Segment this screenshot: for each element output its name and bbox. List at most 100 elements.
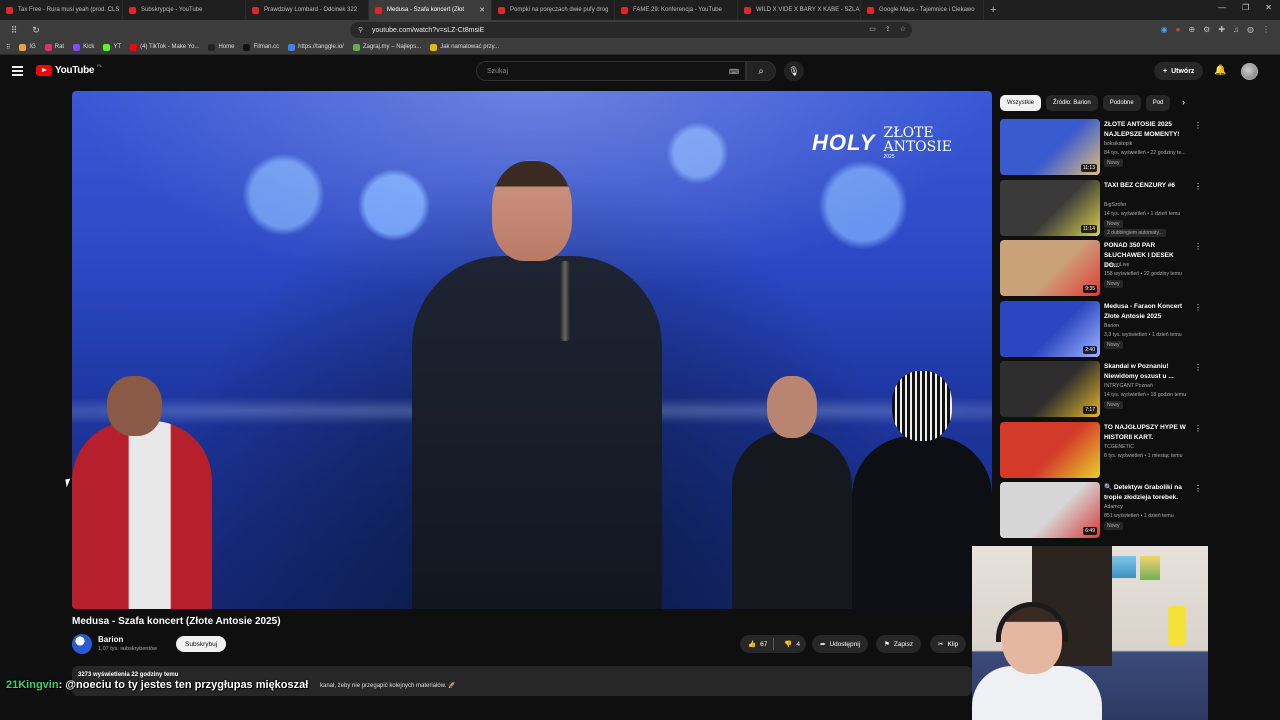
extension-icon[interactable]: ● [1176, 25, 1181, 34]
more-options-icon[interactable]: ⋮ [1194, 242, 1202, 251]
duration-badge: 2:40 [1083, 345, 1097, 354]
keyboard-icon[interactable]: ⌨ [729, 68, 739, 76]
youtube-logo[interactable]: YouTube PL [36, 63, 102, 76]
close-window-icon[interactable]: ✕ [1265, 3, 1272, 12]
create-button[interactable]: + Utwórz [1154, 62, 1204, 80]
channel-name[interactable]: Barion [98, 635, 123, 644]
puzzle-icon[interactable]: ✚ [1218, 25, 1225, 34]
filter-chip[interactable]: Wszystkie [1000, 95, 1041, 111]
bookmark-item[interactable]: Jak namalować przy... [430, 43, 499, 51]
channel-name[interactable]: TCGENETIC [1104, 444, 1134, 450]
save-button[interactable]: ⚑ Zapisz [876, 635, 921, 653]
share-page-icon[interactable]: ⇪ [885, 25, 891, 33]
apps-grid-icon[interactable]: ⠿ [6, 25, 22, 36]
video-title-link[interactable]: TO NAJGŁUPSZY HYPE W HISTORII KART. [1104, 423, 1190, 443]
video-thumbnail[interactable]: 11:13 [1000, 119, 1100, 175]
channel-name[interactable]: boksikstopik [1104, 141, 1132, 147]
channel-name[interactable]: MugenLive [1104, 262, 1129, 268]
extension-icon[interactable]: ⊕ [1188, 25, 1195, 34]
url-field[interactable]: ⚲ youtube.com/watch?v=sLZ-Ct8msiE ▭ ⇪ ☆ [350, 22, 912, 38]
bookmark-item[interactable]: Filman.cc [243, 43, 279, 51]
minimize-icon[interactable]: — [1218, 3, 1226, 12]
recommended-video[interactable]: 6:49 🔍 Detektyw Graboliki na tropie złodz… [1000, 482, 1210, 540]
extension-icon[interactable]: ◉ [1161, 25, 1168, 34]
video-title-link[interactable]: Skandal w Poznaniu! Niewidomy oszust u .… [1104, 362, 1190, 382]
recommended-video[interactable]: 11:14 TAXI BEZ CENZURY #6 BigSzofer 14 tys.… [1000, 179, 1210, 238]
bookmark-item[interactable]: Zagraj.my – Najleps... [352, 43, 421, 51]
video-title-link[interactable]: TAXI BEZ CENZURY #6 [1104, 181, 1190, 191]
extension-icon[interactable]: ⚙ [1203, 25, 1210, 34]
media-icon[interactable]: ♫ [1233, 25, 1239, 34]
video-thumbnail[interactable]: 11:14 [1000, 179, 1100, 236]
channel-name[interactable]: Adamcy [1104, 504, 1123, 510]
screen-cast-icon[interactable]: ▭ [869, 25, 876, 33]
more-options-icon[interactable]: ⋮ [1194, 182, 1202, 191]
browser-tab[interactable]: WILD X VIDE X BARY X KABE - SZLAK [738, 0, 861, 20]
video-title-link[interactable]: ZŁOTE ANTOSIE 2025 NAJLEPSZE MOMENTY! [1104, 120, 1190, 140]
filter-chip[interactable]: Pod [1145, 95, 1171, 111]
video-thumbnail[interactable]: 7:17 [1000, 361, 1100, 417]
voice-search-button[interactable]: 🎙 [784, 61, 804, 81]
more-options-icon[interactable]: ⋮ [1194, 424, 1202, 433]
new-tab-icon[interactable]: + [990, 4, 996, 16]
bookmark-item[interactable]: Rat [44, 43, 64, 51]
more-options-icon[interactable]: ⋮ [1194, 363, 1202, 372]
recommended-video[interactable]: 11:13 ZŁOTE ANTOSIE 2025 NAJLEPSZE MOMENT… [1000, 119, 1210, 177]
video-thumbnail[interactable] [1000, 421, 1100, 478]
apps-icon[interactable]: ⠿ [6, 44, 10, 51]
channel-avatar[interactable] [72, 634, 92, 654]
browser-tab[interactable]: Pompki na poręczach dwie pufy drog [492, 0, 615, 20]
bookmark-item[interactable]: (4) TikTok - Make Yo... [130, 43, 199, 51]
recommended-video[interactable]: 7:17 Skandal w Poznaniu! Niewidomy oszust… [1000, 361, 1210, 419]
menu-icon[interactable]: ⋮ [1262, 25, 1270, 34]
share-button[interactable]: ➦ Udostępnij [812, 635, 869, 653]
search-button[interactable]: ⌕ [746, 61, 776, 81]
bookmark-item[interactable]: Kick [73, 43, 94, 51]
site-info-icon[interactable]: ⚲ [358, 26, 363, 34]
bookmark-item[interactable]: Home [208, 43, 234, 51]
restore-icon[interactable]: ❐ [1242, 3, 1249, 12]
like-button[interactable]: 👍 67 [740, 638, 775, 650]
filter-chip[interactable]: Podobne [1102, 95, 1141, 111]
chevron-right-icon[interactable]: › [1182, 97, 1185, 107]
filter-chip[interactable]: Źródło: Barion [1046, 95, 1098, 111]
browser-tab[interactable]: Medusa - Szafa koncert (Złot ✕ [369, 0, 492, 20]
video-player[interactable]: HOLY ZŁOTE ANTOSIE 2025 [72, 91, 992, 609]
browser-tab[interactable]: Google Maps - Tajemnice i Ciekawo [861, 0, 984, 20]
bookmark-item[interactable]: https://tanggle.io/ [288, 43, 344, 51]
subscribe-button[interactable]: Subskrybuj [176, 636, 227, 652]
search-input[interactable]: Szukaj ⌨ [476, 61, 746, 81]
profile-icon[interactable]: ◍ [1247, 25, 1254, 34]
video-meta: 158 wyświetleń • 22 godziny temu [1104, 271, 1182, 277]
browser-tab[interactable]: FAME 29: Konferencja - YouTube [615, 0, 738, 20]
channel-name[interactable]: INTRYGANT Poznań [1104, 383, 1153, 389]
avatar[interactable] [1241, 63, 1258, 80]
notifications-icon[interactable]: 🔔 [1214, 65, 1226, 76]
video-title-link[interactable]: Medusa - Faraon Koncert Złote Antosie 20… [1104, 302, 1190, 322]
star-icon[interactable]: ☆ [900, 25, 906, 33]
video-title-link[interactable]: 🔍 Detektyw Graboliki na tropie złodzieja… [1104, 483, 1190, 503]
clip-button[interactable]: ✂ Klip [930, 635, 967, 653]
bookmark-favicon-icon [288, 43, 296, 51]
recommended-video[interactable]: 9:35 PONAD 350 PAR SŁUCHAWEK I DESEK DO..… [1000, 240, 1210, 298]
bookmark-item[interactable]: IG [19, 43, 36, 51]
close-tab-icon[interactable]: ✕ [479, 6, 485, 14]
recommended-video[interactable]: TO NAJGŁUPSZY HYPE W HISTORII KART. TCGEN… [1000, 421, 1210, 480]
video-thumbnail[interactable]: 6:49 [1000, 482, 1100, 538]
browser-tab[interactable]: Prawdziwy Lombard - Odcinek 322 [246, 0, 369, 20]
browser-tab[interactable]: Tax Free - Rura musi yeah (prod. CLS [0, 0, 123, 20]
reload-icon[interactable]: ↻ [28, 25, 44, 36]
video-thumbnail[interactable]: 2:40 [1000, 300, 1100, 357]
browser-tab[interactable]: Subskrypcje - YouTube [123, 0, 246, 20]
microphone [560, 261, 570, 341]
dislike-button[interactable]: 👎 4 [778, 640, 800, 649]
channel-name[interactable]: Barion [1104, 323, 1119, 329]
menu-icon[interactable] [12, 66, 23, 78]
more-options-icon[interactable]: ⋮ [1194, 121, 1202, 130]
channel-name[interactable]: BigSzofer [1104, 202, 1127, 208]
video-thumbnail[interactable]: 9:35 [1000, 240, 1100, 296]
bookmark-item[interactable]: YT [103, 43, 121, 51]
recommended-video[interactable]: 2:40 Medusa - Faraon Koncert Złote Antosi… [1000, 300, 1210, 359]
more-options-icon[interactable]: ⋮ [1194, 303, 1202, 312]
more-options-icon[interactable]: ⋮ [1194, 484, 1202, 493]
